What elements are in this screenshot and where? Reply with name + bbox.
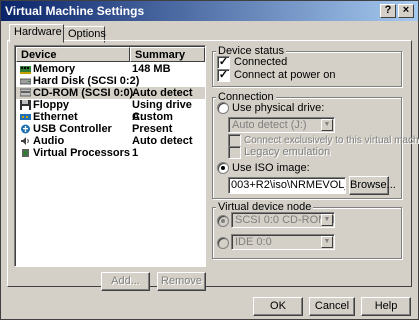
help-button[interactable]: Help	[361, 297, 411, 316]
use-iso-image-label: Use ISO image:	[232, 162, 310, 174]
device-row-floppy[interactable]: Floppy Using drive A:	[16, 99, 205, 123]
help-title-button[interactable]: ?	[380, 4, 396, 18]
hard-disk-icon	[20, 78, 31, 85]
use-iso-image-radio[interactable]	[217, 162, 229, 174]
device-row-audio[interactable]: Audio Auto detect	[16, 135, 205, 147]
remove-button[interactable]: Remove	[157, 272, 206, 291]
tab-hardware[interactable]: Hardware	[9, 24, 64, 43]
device-row-ethernet[interactable]: Ethernet Custom	[16, 111, 205, 123]
ok-button[interactable]: OK	[253, 297, 303, 316]
device-list[interactable]: Device Summary Memory 148 MB Hard Disk (S…	[14, 45, 206, 267]
ide-node-radio[interactable]	[217, 237, 229, 249]
processor-icon	[22, 149, 29, 157]
device-row-hard-disk[interactable]: Hard Disk (SCSI 0:2)	[16, 75, 205, 87]
usb-icon	[21, 124, 30, 134]
memory-icon	[20, 66, 31, 74]
device-row-virtual-processors[interactable]: Virtual Processors 1	[16, 147, 205, 159]
virtual-machine-settings-window: Virtual Machine Settings ? × Hardware Op…	[0, 0, 419, 320]
physical-drive-select[interactable]: Auto detect (J:) ▼	[228, 117, 335, 133]
connected-label: Connected	[234, 56, 288, 68]
scsi-node-radio[interactable]	[217, 215, 229, 227]
device-row-cdrom[interactable]: CD-ROM (SCSI 0:0) Auto detect	[16, 87, 205, 99]
close-title-button[interactable]: ×	[398, 4, 414, 18]
ethernet-icon	[20, 114, 31, 120]
summary-column-header[interactable]: Summary	[130, 47, 205, 62]
connect-at-power-on-label: Connect at power on	[234, 69, 336, 81]
legacy-emulation-label: Legacy emulation	[244, 146, 331, 158]
window-title: Virtual Machine Settings	[5, 4, 145, 18]
connect-at-power-on-checkbox[interactable]: ✓	[217, 69, 230, 82]
title-bar: Virtual Machine Settings ? ×	[1, 1, 418, 21]
chevron-down-icon: ▼	[321, 214, 333, 226]
use-physical-drive-radio[interactable]	[217, 102, 229, 114]
audio-icon	[21, 137, 29, 145]
legacy-emulation-checkbox[interactable]	[228, 146, 241, 159]
device-row-memory[interactable]: Memory 148 MB	[16, 63, 205, 75]
add-button[interactable]: Add...	[101, 272, 150, 291]
cdrom-icon	[20, 88, 31, 97]
device-row-usb-controller[interactable]: USB Controller Present	[16, 123, 205, 135]
device-column-header[interactable]: Device	[16, 47, 130, 62]
connected-checkbox[interactable]: ✓	[217, 56, 230, 69]
iso-path-field[interactable]: 003+R2\iso\NRMEVOL_RU.iso	[228, 177, 346, 194]
chevron-down-icon: ▼	[321, 119, 333, 131]
scsi-node-select[interactable]: SCSI 0:0 CD-ROM 1 ▼	[231, 212, 335, 228]
browse-button[interactable]: Browse...	[349, 176, 396, 195]
floppy-icon	[20, 100, 31, 110]
ide-node-select[interactable]: IDE 0:0 ▼	[231, 234, 335, 250]
cancel-button[interactable]: Cancel	[309, 297, 355, 316]
use-physical-drive-label: Use physical drive:	[232, 102, 325, 114]
chevron-down-icon: ▼	[321, 236, 333, 248]
